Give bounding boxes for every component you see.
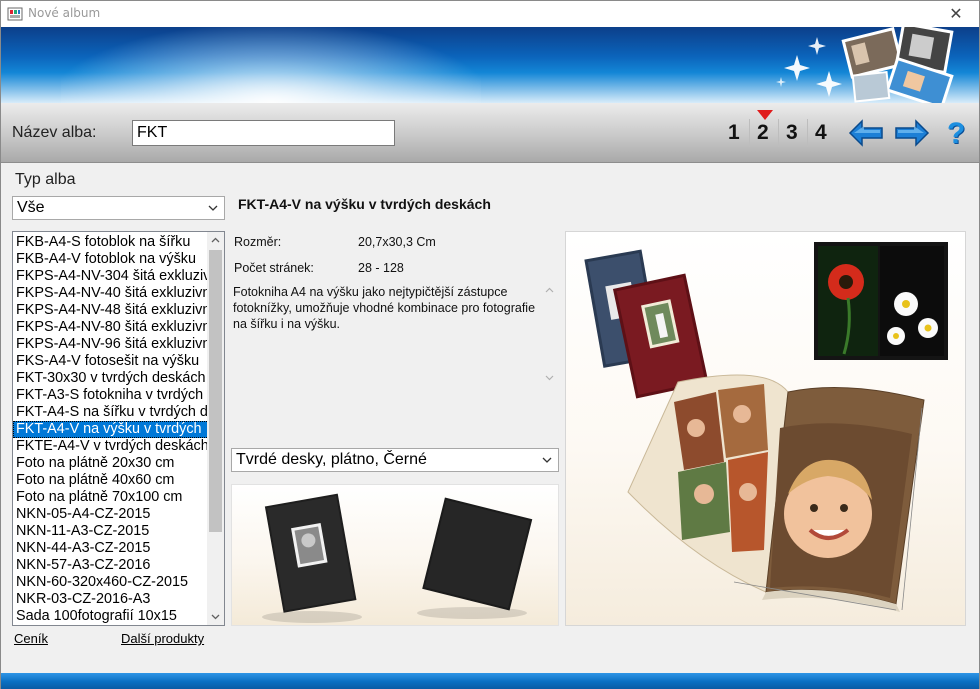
list-item[interactable]: NKN-57-A3-CZ-2016 [13,557,209,574]
list-item[interactable]: NKN-60-320x460-CZ-2015 [13,574,209,591]
list-item[interactable]: FKPS-A4-NV-304 šitá exkluzivní [13,268,209,285]
album-name-input[interactable] [132,120,395,146]
step-divider [778,119,779,147]
scrollbar-thumb[interactable] [209,250,222,532]
new-album-window: Nové album ✕ Název alba: FKT 1 2 3 4 ? T… [0,0,980,689]
cover-type-select[interactable]: Tvrdé desky, plátno, Černé [231,448,559,472]
black-cover-books-image [262,493,533,623]
album-product-items: FKB-A4-S fotoblok na šířku FKB-A4-V fotob… [13,234,209,625]
size-value: 20,7x30,3 Cm [358,235,436,249]
title-bar: Nové album ✕ [1,1,979,27]
next-button[interactable] [894,118,930,148]
nav-bar: Název alba: 1 2 3 4 ? [1,103,979,163]
description-scrollbar[interactable] [541,282,558,386]
more-products-link[interactable]: Další produkty [121,631,204,646]
album-preview-image [565,231,966,626]
step-divider [749,119,750,147]
scroll-up-icon[interactable] [541,282,558,299]
size-label: Rozměr: [234,235,282,249]
step-1[interactable]: 1 [728,121,740,145]
list-item[interactable]: Foto na plátně 70x100 cm [13,489,209,506]
list-item[interactable]: FKPS-A4-NV-96 šitá exkluzivní [13,336,209,353]
close-icon: ✕ [949,4,963,23]
album-type-select[interactable]: Vše [12,196,225,220]
step-2[interactable]: 2 [757,121,769,145]
step-4[interactable]: 4 [815,121,827,145]
list-item[interactable]: NKN-05-A4-CZ-2015 [13,506,209,523]
list-item[interactable]: FKT-A3-S fotokniha v tvrdých [13,387,209,404]
pages-value: 28 - 128 [358,261,404,275]
scroll-down-icon[interactable] [207,608,224,625]
header-banner [1,27,979,103]
album-product-list[interactable]: FKB-A4-S fotoblok na šířku FKB-A4-V fotob… [12,231,225,626]
product-title: FKT-A4-V na výšku v tvrdých deskách [238,196,491,212]
list-item[interactable]: Foto na plátně 40x60 cm [13,472,209,489]
list-item[interactable]: Foto na plátně 20x30 cm [13,455,209,472]
chevron-down-icon [542,457,552,463]
list-item[interactable]: FKB-A4-V fotoblok na výšku [13,251,209,268]
list-item[interactable]: FKT-A4-V na výšku v tvrdých [13,421,209,438]
current-step-marker-icon [757,110,773,120]
scroll-down-icon[interactable] [541,369,558,386]
list-scrollbar[interactable] [207,232,224,625]
banner-photos-image [776,27,954,103]
help-button[interactable]: ? [947,117,971,151]
list-item[interactable]: NKN-11-A3-CZ-2015 [13,523,209,540]
step-divider [807,119,808,147]
album-type-label: Typ alba [15,171,76,188]
bottom-bar [1,673,979,689]
product-description: Fotokniha A4 na výšku jako nejtypičtější… [233,285,536,331]
close-button[interactable]: ✕ [933,1,979,27]
list-item[interactable]: FKPS-A4-NV-40 šitá exkluzivní [13,285,209,302]
list-item[interactable]: FKPS-A4-NV-80 šitá exkluzivní [13,319,209,336]
scroll-up-icon[interactable] [207,232,224,249]
app-icon [7,7,23,21]
list-item[interactable]: NKN-44-A3-CZ-2015 [13,540,209,557]
back-button[interactable] [848,118,884,148]
description-box[interactable]: Fotokniha A4 na výšku jako nejtypičtější… [231,282,558,386]
album-type-value: Vše [17,199,45,216]
album-name-label: Název alba: [12,124,97,141]
cover-type-value: Tvrdé desky, plátno, Černé [236,451,427,468]
list-item[interactable]: FKPS-A4-NV-48 šitá exkluzivní [13,302,209,319]
list-item[interactable]: FKT-A4-S na šířku v tvrdých d [13,404,209,421]
list-item[interactable]: FKTE-A4-V v tvrdých deskách [13,438,209,455]
photobook-illustration [584,242,948,612]
list-item[interactable]: FKS-A4-V fotosešit na výšku [13,353,209,370]
list-item[interactable]: Sada 100fotografií 10x15 [13,608,209,625]
step-3[interactable]: 3 [786,121,798,145]
chevron-down-icon [208,205,218,211]
list-item[interactable]: FKB-A4-S fotoblok na šířku [13,234,209,251]
list-item[interactable]: FKT-30x30 v tvrdých deskách [13,370,209,387]
pages-label: Počet stránek: [234,261,314,275]
list-item[interactable]: NKR-03-CZ-2016-A3 [13,591,209,608]
window-title: Nové album [28,6,101,20]
price-list-link[interactable]: Ceník [14,631,48,646]
cover-preview-image [231,484,559,626]
banner-glow [61,27,481,103]
